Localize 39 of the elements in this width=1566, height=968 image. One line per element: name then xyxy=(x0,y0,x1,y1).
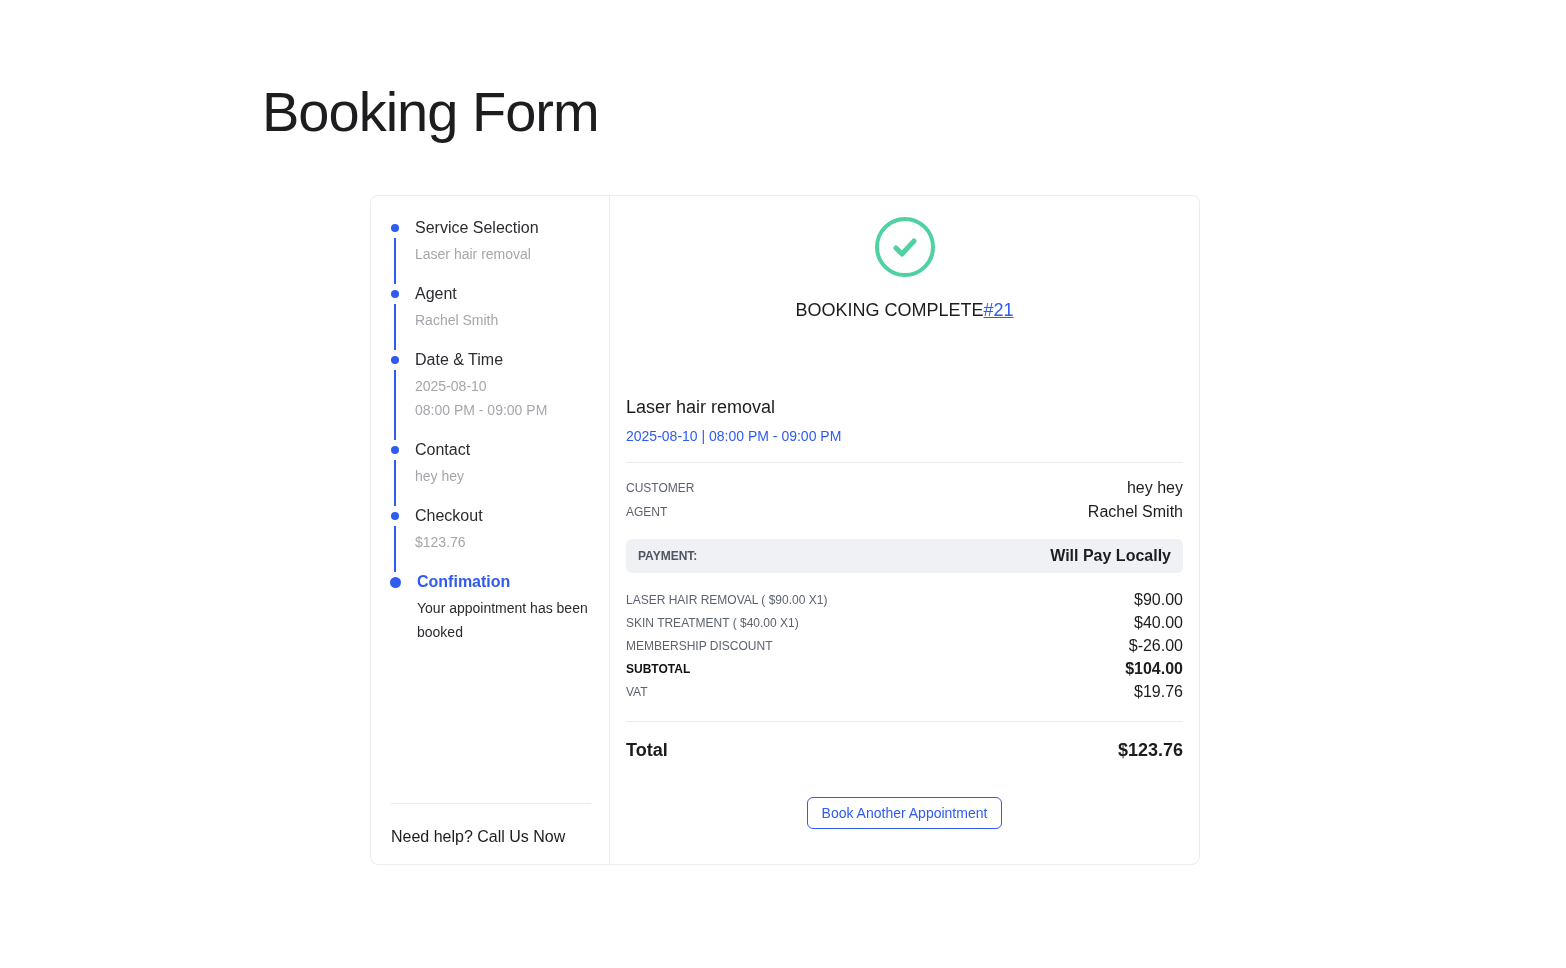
line-item-amount: $-26.00 xyxy=(1128,637,1183,656)
step-detail: Rachel Smith xyxy=(415,311,499,331)
line-item-amount: $19.76 xyxy=(1134,683,1183,702)
line-item-label: MEMBERSHIP DISCOUNT xyxy=(626,639,773,654)
step-title: Agent xyxy=(415,284,458,305)
detail-label: AGENT xyxy=(626,505,668,520)
step-title: Checkout xyxy=(415,506,483,527)
line-item-amount: $40.00 xyxy=(1134,614,1183,633)
step-title: Date & Time xyxy=(415,350,505,371)
step-detail: 08:00 PM - 09:00 PM xyxy=(415,401,548,421)
page-title: Booking Form xyxy=(262,79,599,145)
line-item-label: LASER HAIR REMOVAL ( $90.00 X1) xyxy=(626,593,828,608)
line-item-label: SKIN TREATMENT ( $40.00 X1) xyxy=(626,616,799,631)
step-detail: $123.76 xyxy=(415,533,467,553)
line-item-label: VAT xyxy=(626,685,648,700)
payment-value: Will Pay Locally xyxy=(1050,547,1171,566)
detail-label: CUSTOMER xyxy=(626,481,695,496)
step-title: Confimation xyxy=(416,572,512,593)
step-detail: hey hey xyxy=(415,467,466,487)
book-another-button[interactable]: Book Another Appointment xyxy=(806,797,1003,830)
check-circle-icon xyxy=(873,216,936,279)
help-text: Need help? Call Us Now xyxy=(391,828,567,847)
step-title: Service Selection xyxy=(415,218,539,239)
step-detail: Laser hair removal xyxy=(415,245,532,265)
detail-value: Rachel Smith xyxy=(1087,503,1183,522)
service-name: Laser hair removal xyxy=(626,397,777,419)
total-label: Total xyxy=(626,740,668,762)
line-item-amount: $90.00 xyxy=(1134,591,1183,610)
line-item-label: SUBTOTAL xyxy=(626,662,691,677)
step-detail: 2025-08-10 xyxy=(415,377,488,397)
booking-number-link[interactable]: #21 xyxy=(983,300,1014,321)
line-item-amount: $104.00 xyxy=(1125,660,1183,679)
booking-complete-heading: BOOKING COMPLETE xyxy=(795,300,984,321)
step-title: Contact xyxy=(415,440,471,461)
step-detail: Your appointment has been booked xyxy=(416,599,589,643)
service-schedule: 2025-08-10 | 08:00 PM - 09:00 PM xyxy=(626,428,843,445)
detail-value: hey hey xyxy=(1126,479,1183,498)
payment-label: PAYMENT: xyxy=(638,549,698,564)
total-amount: $123.76 xyxy=(1117,740,1183,762)
